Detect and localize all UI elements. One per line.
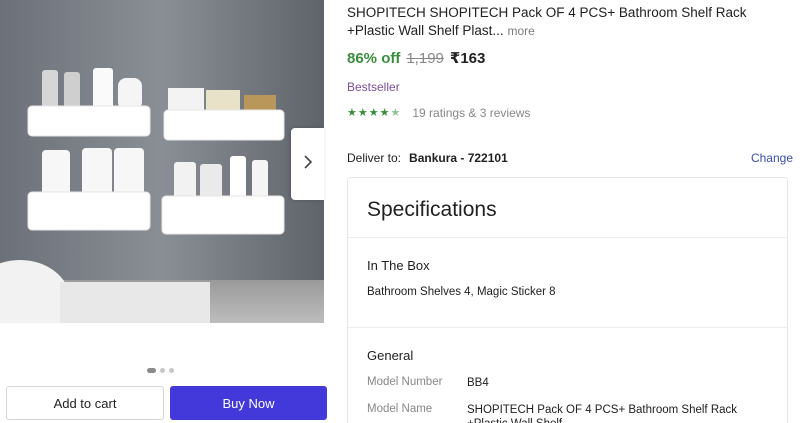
product-image[interactable] — [0, 0, 324, 323]
general-heading: General — [367, 348, 414, 363]
product-title: SHOPITECH SHOPITECH Pack OF 4 PCS+ Bathr… — [347, 4, 787, 40]
product-gallery: Add to cart Buy Now — [0, 0, 336, 423]
rating-stars: ★ ★ ★ ★ ★ — [347, 107, 400, 119]
spec-value-model-number: BB4 — [467, 377, 489, 389]
price-row: 86% off 1,199 ₹163 — [347, 49, 485, 67]
discount-percent: 86% off — [347, 50, 401, 67]
specifications-panel: Specifications In The Box Bathroom Shelv… — [347, 177, 788, 423]
deliver-label: Deliver to: — [347, 151, 402, 165]
pagination-dot[interactable] — [160, 368, 165, 373]
specifications-heading: Specifications — [367, 198, 497, 221]
image-pagination-dots — [147, 368, 174, 373]
ratings-count: 19 ratings & 3 reviews — [412, 106, 531, 120]
product-title-text: SHOPITECH SHOPITECH Pack OF 4 PCS+ Bathr… — [347, 5, 747, 38]
pagination-dot[interactable] — [169, 368, 174, 373]
divider — [348, 327, 787, 328]
half-star-icon: ★ — [390, 107, 401, 119]
original-price: 1,199 — [406, 50, 444, 67]
delivery-location: Bankura - 722101 — [409, 151, 508, 165]
in-the-box-heading: In The Box — [367, 258, 430, 273]
in-the-box-text: Bathroom Shelves 4, Magic Sticker 8 — [367, 286, 556, 298]
star-icon: ★ — [379, 107, 390, 119]
spec-key-model-name: Model Name — [367, 403, 433, 415]
spec-value-model-name: SHOPITECH Pack OF 4 PCS+ Bathroom Shelf … — [467, 404, 738, 423]
delivery-row: Deliver to: Bankura - 722101 Change — [347, 151, 793, 165]
rating-row[interactable]: ★ ★ ★ ★ ★ 19 ratings & 3 reviews — [347, 106, 530, 120]
star-icon: ★ — [347, 107, 357, 119]
product-details: SHOPITECH SHOPITECH Pack OF 4 PCS+ Bathr… — [347, 0, 800, 423]
star-icon: ★ — [357, 107, 368, 119]
change-location-link[interactable]: Change — [751, 151, 793, 165]
selling-price: ₹163 — [449, 50, 486, 67]
next-image-button[interactable] — [291, 128, 324, 200]
divider — [348, 237, 787, 238]
spec-key-model-number: Model Number — [367, 376, 443, 388]
buy-now-button[interactable]: Buy Now — [170, 386, 327, 420]
add-to-cart-button[interactable]: Add to cart — [6, 386, 164, 420]
chevron-right-icon — [303, 154, 313, 174]
star-icon: ★ — [368, 107, 379, 119]
bestseller-badge: Bestseller — [347, 80, 400, 94]
pagination-dot-active[interactable] — [147, 368, 156, 373]
more-link[interactable]: more — [507, 24, 534, 38]
